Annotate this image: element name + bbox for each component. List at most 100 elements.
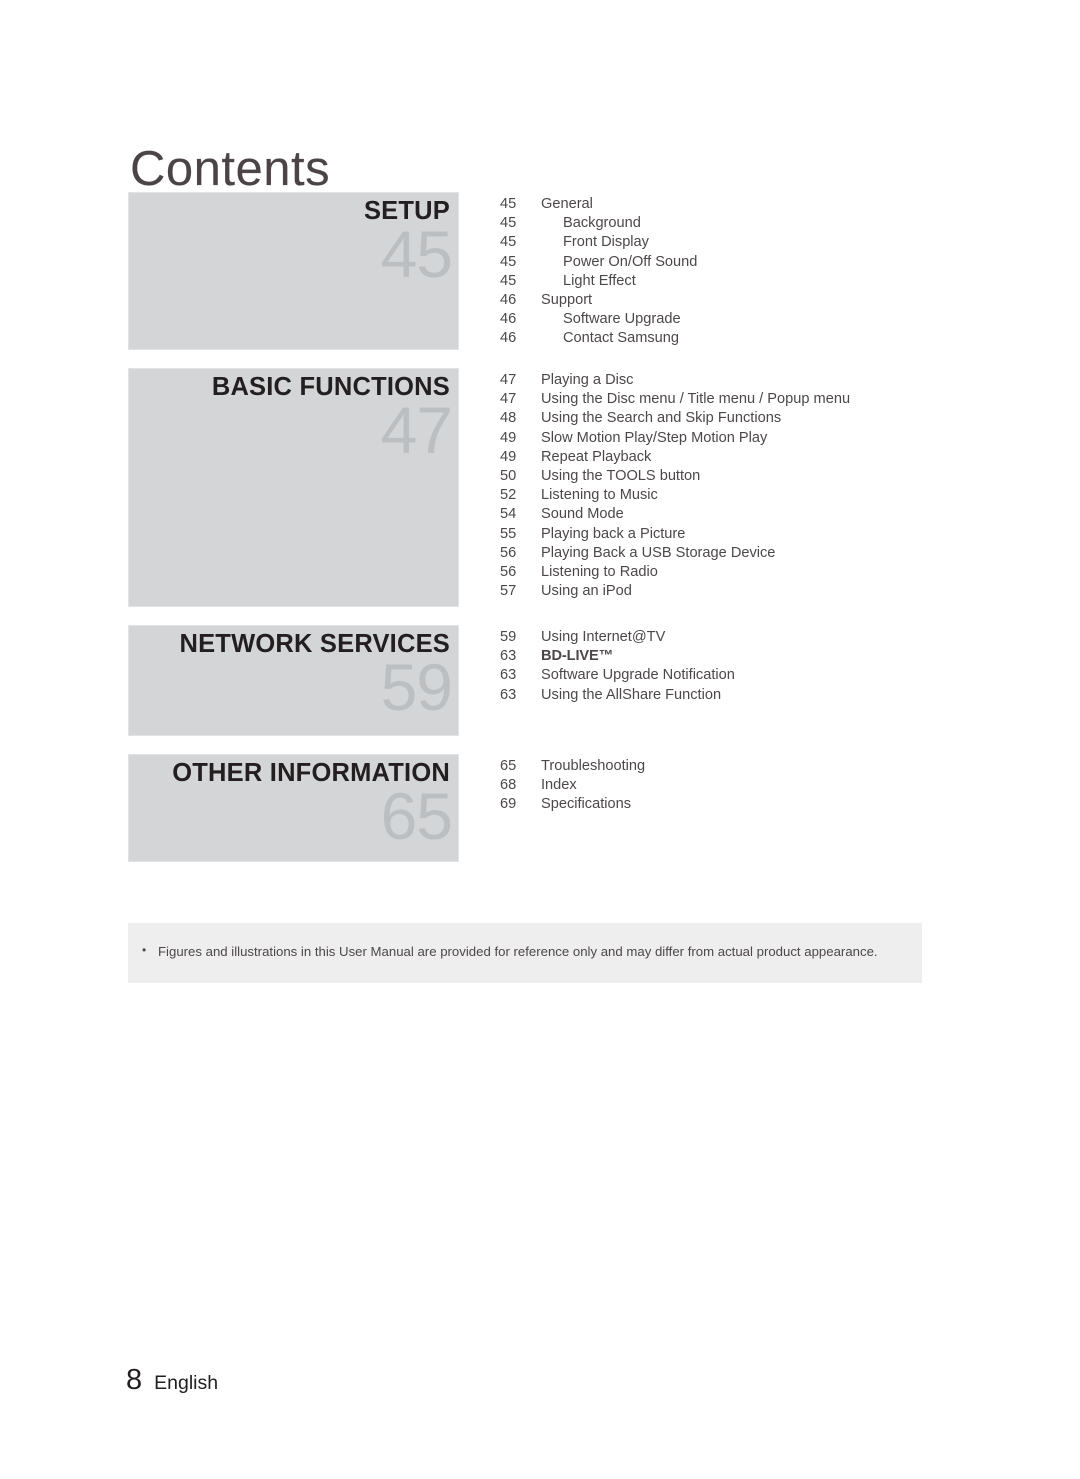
toc-entry-page: 45	[500, 215, 517, 232]
toc-entry-page: 55	[500, 525, 517, 542]
page-language: English	[154, 1372, 219, 1394]
toc-entry[interactable]: 69 Specifications	[500, 795, 920, 814]
bullet-icon: •	[142, 943, 147, 957]
toc-entry-title: Listening to Music	[541, 487, 658, 504]
section-block-4: OTHER INFORMATION 65	[128, 754, 459, 862]
toc-entry[interactable]: 49 Slow Motion Play/Step Motion Play	[500, 429, 920, 448]
toc-entry-page: 52	[500, 487, 517, 504]
toc-entry[interactable]: 52 Listening to Music	[500, 486, 920, 505]
toc-entry[interactable]: 45 Power On/Off Sound	[500, 253, 920, 272]
toc-entry-page: 57	[500, 583, 517, 600]
toc-entry[interactable]: 47 Using the Disc menu / Title menu / Pop…	[500, 390, 920, 409]
toc-entry-page: 54	[500, 506, 517, 523]
toc-entry[interactable]: 46 Contact Samsung	[500, 329, 920, 348]
toc-entry-page: 56	[500, 563, 517, 580]
section-page-number: 45	[380, 217, 453, 291]
toc-entry-page: 50	[500, 467, 517, 484]
footnote-text: Figures and illustrations in this User M…	[158, 944, 878, 959]
manual-page: Contents SETUP 45 45 General 45 Background 45 F…	[0, 0, 1080, 1479]
section-page-number: 65	[380, 779, 453, 853]
toc-entry-title: Playing a Disc	[541, 372, 634, 388]
toc-entry-title: Listening to Radio	[541, 563, 658, 580]
toc-entry-page: 46	[500, 291, 517, 308]
toc-entry-title: Power On/Off Sound	[563, 253, 698, 270]
toc-entry[interactable]: 54 Sound Mode	[500, 505, 920, 524]
toc-entry[interactable]: 56 Playing Back a USB Storage Device	[500, 544, 920, 563]
toc-entry-title: Using the TOOLS button	[541, 467, 701, 484]
toc-entry-title: Contact Samsung	[563, 330, 680, 347]
toc-entry[interactable]: 55 Playing back a Picture	[500, 525, 920, 544]
toc-entry-title: Light Effect	[563, 272, 636, 289]
toc-entry[interactable]: 49 Repeat Playback	[500, 448, 920, 467]
toc-entry-title: Using the Disc menu / Title menu / Popup…	[541, 391, 851, 408]
toc-entry[interactable]: 57 Using an iPod	[500, 582, 920, 601]
toc-entry-page: 45	[500, 272, 517, 289]
toc-entry-title: Background	[563, 215, 641, 232]
toc-entry-page: 63	[500, 648, 517, 665]
toc-entry-title: Software Upgrade Notification	[541, 667, 735, 684]
toc-entry-page: 49	[500, 429, 517, 446]
toc-entry-title: Using Internet@TV	[541, 629, 666, 645]
section-entry-list: 65 Troubleshooting 68 Index 69 Specifications	[500, 757, 920, 815]
toc-entry-page: 63	[500, 686, 517, 703]
toc-entry[interactable]: 45 Front Display	[500, 233, 920, 252]
toc-entry[interactable]: 68 Index	[500, 776, 920, 795]
toc-entry[interactable]: 63 Software Upgrade Notification	[500, 666, 920, 685]
toc-entry-page: 69	[500, 796, 517, 813]
section-entry-list: 47 Playing a Disc 47 Using the Disc menu / …	[500, 371, 920, 601]
page-number: 8	[126, 1364, 143, 1396]
toc-entry[interactable]: 63 BD-LIVE™	[500, 647, 920, 666]
section-block-3: NETWORK SERVICES 59	[128, 625, 459, 736]
toc-entry-page: 56	[500, 544, 517, 561]
toc-entry-page: 59	[500, 629, 517, 645]
toc-entry-title: Front Display	[563, 234, 649, 251]
toc-entry[interactable]: 50 Using the TOOLS button	[500, 467, 920, 486]
section-entry-list: 59 Using Internet@TV 63 BD-LIVE™ 63 Software …	[500, 628, 920, 705]
toc-entry-title: Playing Back a USB Storage Device	[541, 544, 776, 561]
toc-entry[interactable]: 56 Listening to Radio	[500, 563, 920, 582]
toc-entry-page: 45	[500, 253, 517, 270]
toc-entry[interactable]: 65 Troubleshooting	[500, 757, 920, 776]
toc-entry[interactable]: 46 Support	[500, 291, 920, 310]
toc-entry-title: General	[541, 196, 593, 212]
toc-entry-page: 47	[500, 372, 517, 388]
toc-entry[interactable]: 47 Playing a Disc	[500, 371, 920, 390]
section-page-number: 47	[380, 393, 453, 467]
toc-entry-page: 47	[500, 391, 517, 408]
toc-entry-title: Using the Search and Skip Functions	[541, 410, 782, 427]
toc-entry-title: Using the AllShare Function	[541, 686, 722, 703]
toc-entry[interactable]: 46 Software Upgrade	[500, 310, 920, 329]
section-page-number: 59	[380, 650, 453, 724]
toc-entry-title: Slow Motion Play/Step Motion Play	[541, 429, 768, 446]
toc-entry-page: 49	[500, 448, 517, 465]
table-of-contents: SETUP 45 45 General 45 Background 45 Front Disp…	[128, 192, 928, 880]
toc-entry-title: Support	[541, 291, 593, 308]
toc-entry-page: 45	[500, 196, 517, 212]
toc-entry-title: BD-LIVE™	[541, 648, 614, 665]
toc-entry-title: Software Upgrade	[563, 311, 681, 328]
toc-entry-title: Playing back a Picture	[541, 525, 686, 542]
section-block-1: SETUP 45	[128, 192, 459, 350]
toc-entry-page: 48	[500, 410, 517, 427]
section-entry-list: 45 General 45 Background 45 Front Display 45 Po…	[500, 195, 920, 349]
toc-entry-page: 46	[500, 330, 517, 347]
toc-entry-page: 46	[500, 311, 517, 328]
toc-entry-title: Troubleshooting	[541, 758, 646, 774]
toc-entry-title: Using an iPod	[541, 583, 632, 600]
page-footer: 8 English	[126, 1362, 218, 1398]
toc-entry-page: 68	[500, 777, 517, 794]
toc-entry-title: Specifications	[541, 796, 632, 813]
toc-entry-title: Repeat Playback	[541, 448, 652, 465]
toc-entry[interactable]: 45 Light Effect	[500, 272, 920, 291]
toc-entry-title: Index	[541, 777, 577, 794]
toc-entry-page: 45	[500, 234, 517, 251]
toc-entry[interactable]: 59 Using Internet@TV	[500, 628, 920, 647]
footnote-box: • Figures and illustrations in this User…	[128, 923, 922, 983]
toc-entry-title: Sound Mode	[541, 506, 624, 523]
toc-entry[interactable]: 48 Using the Search and Skip Functions	[500, 409, 920, 428]
section-block-2: BASIC FUNCTIONS 47	[128, 368, 459, 607]
toc-entry[interactable]: 45 Background	[500, 214, 920, 233]
toc-entry-page: 63	[500, 667, 517, 684]
toc-entry[interactable]: 45 General	[500, 195, 920, 214]
toc-entry[interactable]: 63 Using the AllShare Function	[500, 686, 920, 705]
